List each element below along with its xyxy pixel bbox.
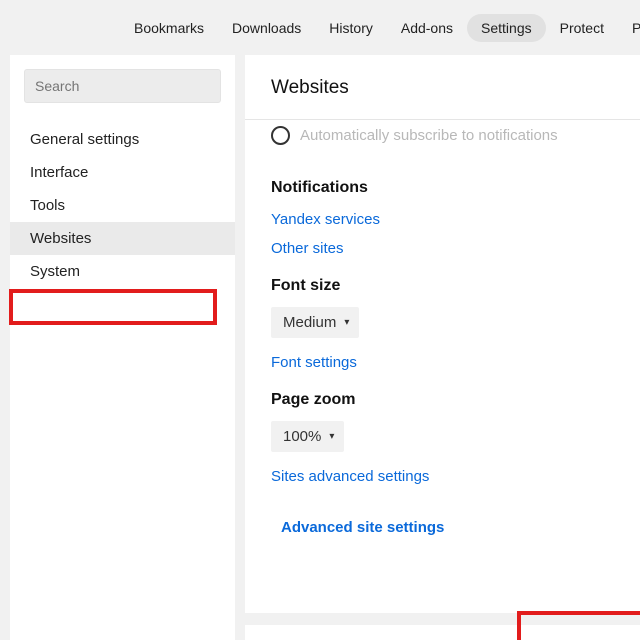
- font-size-value: Medium: [283, 314, 336, 331]
- sidebar-item-tools[interactable]: Tools: [10, 189, 235, 222]
- link-other-sites[interactable]: Other sites: [271, 240, 614, 257]
- page-title: Websites: [271, 77, 614, 99]
- link-sites-advanced[interactable]: Sites advanced settings: [271, 468, 614, 485]
- tab-history[interactable]: History: [315, 14, 387, 42]
- tab-settings[interactable]: Settings: [467, 14, 546, 42]
- font-size-select[interactable]: Medium ▾: [271, 307, 359, 338]
- top-tab-bar: Bookmarks Downloads History Add-ons Sett…: [0, 0, 640, 55]
- sidebar-item-interface[interactable]: Interface: [10, 156, 235, 189]
- tab-addons[interactable]: Add-ons: [387, 14, 467, 42]
- sidebar: General settings Interface Tools Website…: [10, 55, 235, 640]
- tab-protect[interactable]: Protect: [546, 14, 618, 42]
- section-font-size: Font size Medium ▾ Font settings: [271, 257, 614, 371]
- chevron-down-icon: ▾: [329, 431, 334, 442]
- subscribe-row: Automatically subscribe to notifications: [271, 120, 614, 159]
- tab-passwords[interactable]: Passwords: [618, 14, 640, 42]
- subscribe-label: Automatically subscribe to notifications: [300, 127, 558, 144]
- chevron-down-icon: ▾: [344, 317, 349, 328]
- page-zoom-select[interactable]: 100% ▾: [271, 421, 344, 452]
- sidebar-item-system[interactable]: System: [10, 255, 235, 288]
- font-size-heading: Font size: [271, 277, 614, 295]
- sidebar-item-general[interactable]: General settings: [10, 123, 235, 156]
- sidebar-nav: General settings Interface Tools Website…: [10, 113, 235, 288]
- link-yandex-services[interactable]: Yandex services: [271, 211, 614, 228]
- section-notifications: Notifications Yandex services Other site…: [271, 159, 614, 257]
- tab-bookmarks[interactable]: Bookmarks: [120, 14, 218, 42]
- search-input[interactable]: [24, 69, 221, 103]
- main-panel: Websites Automatically subscribe to noti…: [245, 55, 640, 613]
- notifications-heading: Notifications: [271, 179, 614, 197]
- next-panel: [245, 625, 640, 640]
- link-font-settings[interactable]: Font settings: [271, 354, 614, 371]
- radio-icon[interactable]: [271, 126, 290, 145]
- sidebar-item-websites[interactable]: Websites: [10, 222, 235, 255]
- page-zoom-value: 100%: [283, 428, 321, 445]
- page-zoom-heading: Page zoom: [271, 391, 614, 409]
- link-advanced-site-settings[interactable]: Advanced site settings: [271, 505, 454, 550]
- tab-downloads[interactable]: Downloads: [218, 14, 315, 42]
- section-page-zoom: Page zoom 100% ▾ Sites advanced settings: [271, 371, 614, 485]
